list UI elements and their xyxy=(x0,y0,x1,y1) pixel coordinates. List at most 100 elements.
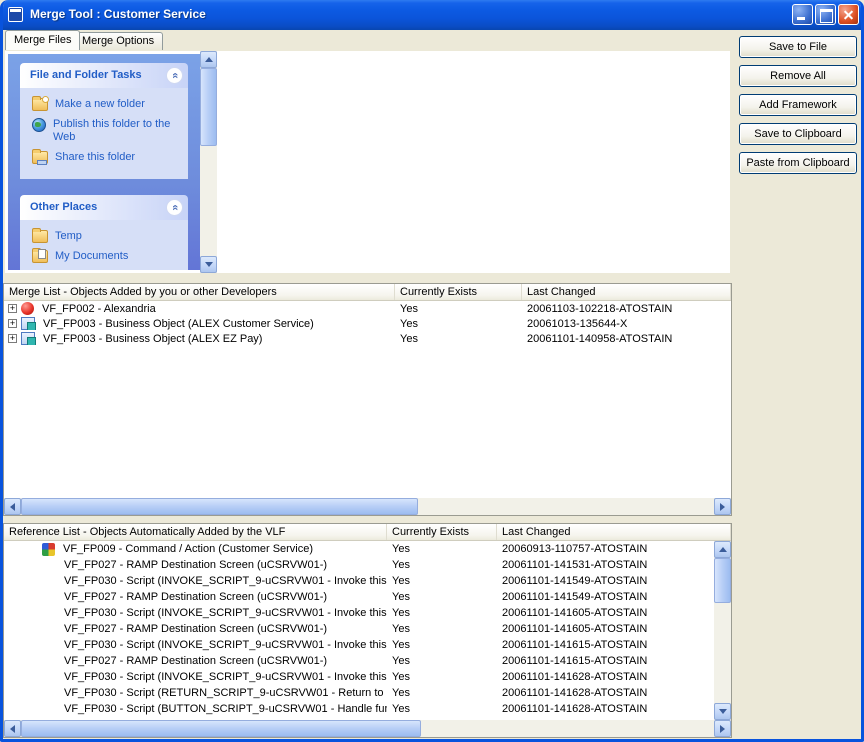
place-link-label: My Documents xyxy=(55,250,128,263)
row-currently-exists: Yes xyxy=(395,303,522,315)
row-last-changed: 20061103-102218-ATOSTAIN xyxy=(522,303,731,315)
reference-list-row[interactable]: VF_FP030 - Script (RETURN_SCRIPT_9-uCSRV… xyxy=(4,685,714,701)
reference-list-vscrollbar[interactable] xyxy=(714,541,731,720)
arrow-right-icon xyxy=(720,725,725,733)
window-icon[interactable] xyxy=(8,7,23,22)
tab-merge-files[interactable]: Merge Files xyxy=(5,30,80,50)
scroll-right-button[interactable] xyxy=(714,498,731,515)
row-name-cell: VF_FP027 - RAMP Destination Screen (uCSR… xyxy=(4,559,387,572)
expand-plus-icon[interactable]: + xyxy=(8,304,17,313)
row-currently-exists: Yes xyxy=(387,623,497,635)
close-button[interactable] xyxy=(838,4,859,25)
column-header-changed[interactable]: Last Changed xyxy=(497,524,731,540)
row-name: VF_FP027 - RAMP Destination Screen (uCSR… xyxy=(64,623,327,635)
scroll-thumb[interactable] xyxy=(714,558,731,603)
reference-list-row[interactable]: VF_FP027 - RAMP Destination Screen (uCSR… xyxy=(4,653,714,669)
save-to-file-button[interactable]: Save to File xyxy=(739,36,857,58)
maximize-button[interactable] xyxy=(815,4,836,25)
section-body: Temp My Documents My Computer xyxy=(20,220,188,270)
scroll-up-button[interactable] xyxy=(714,541,731,558)
tab-merge-options[interactable]: Merge Options xyxy=(73,32,163,50)
expand-plus-icon[interactable]: + xyxy=(8,334,17,343)
task-link[interactable]: Make a new folder xyxy=(32,98,184,111)
reference-list-row[interactable]: VF_FP027 - RAMP Destination Screen (uCSR… xyxy=(4,589,714,605)
scroll-thumb[interactable] xyxy=(21,498,418,515)
column-header-name[interactable]: Merge List - Objects Added by you or oth… xyxy=(4,284,395,300)
scroll-down-button[interactable] xyxy=(200,256,217,273)
expand-plus-icon[interactable]: + xyxy=(8,319,17,328)
arrow-left-icon xyxy=(10,725,15,733)
row-name: VF_FP030 - Script (RETURN_SCRIPT_9-uCSRV… xyxy=(64,687,387,699)
object-type-icon xyxy=(21,317,35,330)
row-currently-exists: Yes xyxy=(387,543,497,555)
scroll-up-button[interactable] xyxy=(200,51,217,68)
remove-all-button[interactable]: Remove All xyxy=(739,65,857,87)
row-last-changed: 20061101-141628-ATOSTAIN xyxy=(497,703,714,715)
reference-list-rows: VF_FP009 - Command / Action (Customer Se… xyxy=(4,541,714,720)
row-name: VF_FP002 - Alexandria xyxy=(42,303,156,315)
merge-list-header: Merge List - Objects Added by you or oth… xyxy=(4,284,731,301)
reference-list-row[interactable]: VF_FP030 - Script (BUTTON_SCRIPT_9-uCSRV… xyxy=(4,701,714,717)
task-link[interactable]: Publish this folder to the Web xyxy=(32,118,184,144)
scroll-right-button[interactable] xyxy=(714,720,731,737)
reference-list-row[interactable]: VF_FP030 - Script (INVOKE_SCRIPT_9-uCSRV… xyxy=(4,573,714,589)
section-body: Make a new folder Publish this folder to… xyxy=(20,88,188,179)
row-last-changed: 20061013-135644-X xyxy=(522,318,731,330)
merge-list-hscrollbar[interactable] xyxy=(4,498,731,515)
task-panel: File and Folder Tasks Make a new folder … xyxy=(8,54,200,270)
scroll-down-button[interactable] xyxy=(714,703,731,720)
scroll-left-button[interactable] xyxy=(4,720,21,737)
scroll-left-button[interactable] xyxy=(4,498,21,515)
task-link[interactable]: Share this folder xyxy=(32,151,184,164)
arrow-left-icon xyxy=(10,503,15,511)
row-name-cell: VF_FP009 - Command / Action (Customer Se… xyxy=(4,543,387,556)
row-currently-exists: Yes xyxy=(387,703,497,715)
place-link[interactable]: My Documents xyxy=(32,250,184,263)
reference-list-row[interactable]: VF_FP009 - Command / Action (Customer Se… xyxy=(4,541,714,557)
column-header-name[interactable]: Reference List - Objects Automatically A… xyxy=(4,524,387,540)
section-header[interactable]: Other Places xyxy=(20,195,188,220)
section-title: Other Places xyxy=(30,201,97,213)
add-framework-button[interactable]: Add Framework xyxy=(739,94,857,116)
paste-from-clipboard-button[interactable]: Paste from Clipboard xyxy=(739,152,857,174)
reference-list-row[interactable]: VF_FP027 - RAMP Destination Screen (uCSR… xyxy=(4,557,714,573)
row-currently-exists: Yes xyxy=(387,559,497,571)
task-link-label: Make a new folder xyxy=(55,98,145,111)
row-last-changed: 20061101-141605-ATOSTAIN xyxy=(497,623,714,635)
merge-list-row[interactable]: + VF_FP002 - Alexandria Yes 20061103-102… xyxy=(4,301,731,316)
column-header-exists[interactable]: Currently Exists xyxy=(395,284,522,300)
save-to-clipboard-button[interactable]: Save to Clipboard xyxy=(739,123,857,145)
minimize-button[interactable] xyxy=(792,4,813,25)
reference-list-row[interactable]: VF_FP030 - Script (INVOKE_SCRIPT_9-uCSRV… xyxy=(4,669,714,685)
reference-list-row[interactable]: VF_FP030 - Script (INVOKE_SCRIPT_9-uCSRV… xyxy=(4,637,714,653)
row-name: VF_FP027 - RAMP Destination Screen (uCSR… xyxy=(64,655,327,667)
reference-list-row[interactable]: VF_FP030 - Script (INVOKE_SCRIPT_9-uCSRV… xyxy=(4,605,714,621)
reference-list-row[interactable]: VF_FP027 - RAMP Destination Screen (uCSR… xyxy=(4,621,714,637)
arrow-right-icon xyxy=(720,503,725,511)
column-header-exists[interactable]: Currently Exists xyxy=(387,524,497,540)
merge-list-row[interactable]: + VF_FP003 - Business Object (ALEX EZ Pa… xyxy=(4,331,731,346)
column-header-changed[interactable]: Last Changed xyxy=(522,284,731,300)
scroll-thumb[interactable] xyxy=(21,720,421,737)
row-last-changed: 20061101-140958-ATOSTAIN xyxy=(522,333,731,345)
row-name-cell: VF_FP030 - Script (INVOKE_SCRIPT_9-uCSRV… xyxy=(4,639,387,652)
collapse-chevron-icon[interactable] xyxy=(166,67,183,84)
collapse-chevron-icon[interactable] xyxy=(166,199,183,216)
object-type-icon xyxy=(21,332,35,345)
row-currently-exists: Yes xyxy=(387,575,497,587)
place-link[interactable]: Temp xyxy=(32,230,184,243)
task-link-icon xyxy=(32,151,48,164)
section-header[interactable]: File and Folder Tasks xyxy=(20,63,188,88)
arrow-down-icon xyxy=(719,709,727,714)
reference-list-hscrollbar[interactable] xyxy=(4,720,731,737)
row-name-cell: VF_FP030 - Script (INVOKE_SCRIPT_9-uCSRV… xyxy=(4,575,387,588)
row-name-cell: VF_FP027 - RAMP Destination Screen (uCSR… xyxy=(4,591,387,604)
titlebar[interactable]: Merge Tool : Customer Service xyxy=(0,0,864,30)
row-last-changed: 20061101-141549-ATOSTAIN xyxy=(497,591,714,603)
merge-list-row[interactable]: + VF_FP003 - Business Object (ALEX Custo… xyxy=(4,316,731,331)
scroll-thumb[interactable] xyxy=(200,68,217,146)
arrow-up-icon xyxy=(205,57,213,62)
row-last-changed: 20061101-141615-ATOSTAIN xyxy=(497,655,714,667)
task-panel-scrollbar[interactable] xyxy=(200,51,217,273)
row-name: VF_FP003 - Business Object (ALEX EZ Pay) xyxy=(43,333,262,345)
